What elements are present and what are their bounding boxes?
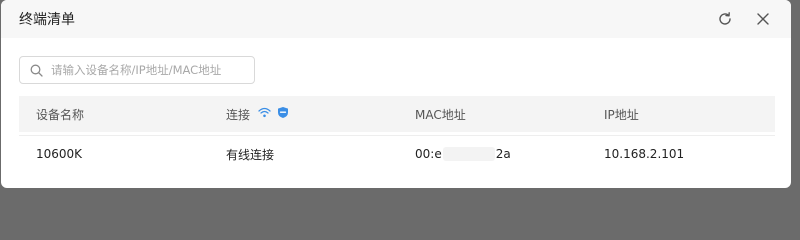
mac-redaction <box>442 147 495 162</box>
shield-icon[interactable] <box>277 106 289 122</box>
wifi-icon[interactable] <box>258 107 271 121</box>
column-header-device-name: 设备名称 <box>36 107 85 122</box>
close-button[interactable] <box>753 9 773 29</box>
device-list-dialog: 终端清单 设备名称 <box>1 0 791 188</box>
header-actions <box>715 9 773 29</box>
device-table: 设备名称 连接 MAC地址 IP地址 10600K 有线连接 00:e 2a 1… <box>19 96 775 169</box>
search-icon <box>30 64 43 77</box>
column-header-connection-label: 连接 <box>226 107 251 122</box>
connection-filter-icons <box>258 106 289 122</box>
refresh-button[interactable] <box>715 9 735 29</box>
mac-suffix: 2a <box>495 146 511 161</box>
column-header-connection: 连接 <box>226 106 289 123</box>
search-box <box>19 56 255 84</box>
column-header-ip: IP地址 <box>604 107 639 122</box>
mac-cell: 00:e 2a <box>415 147 511 162</box>
column-header-mac: MAC地址 <box>415 107 466 122</box>
table-row[interactable]: 10600K 有线连接 00:e 2a 10.168.2.101 <box>19 135 775 172</box>
device-name-cell: 10600K <box>36 147 83 161</box>
search-input[interactable] <box>51 63 241 77</box>
dialog-title: 终端清单 <box>19 12 75 28</box>
close-icon <box>757 13 769 25</box>
ip-cell: 10.168.2.101 <box>604 147 685 161</box>
dialog-header: 终端清单 <box>1 0 791 38</box>
mac-prefix: 00:e <box>415 146 442 161</box>
refresh-icon <box>719 12 731 25</box>
table-header: 设备名称 连接 MAC地址 IP地址 <box>19 96 775 132</box>
connection-cell: 有线连接 <box>226 147 275 162</box>
